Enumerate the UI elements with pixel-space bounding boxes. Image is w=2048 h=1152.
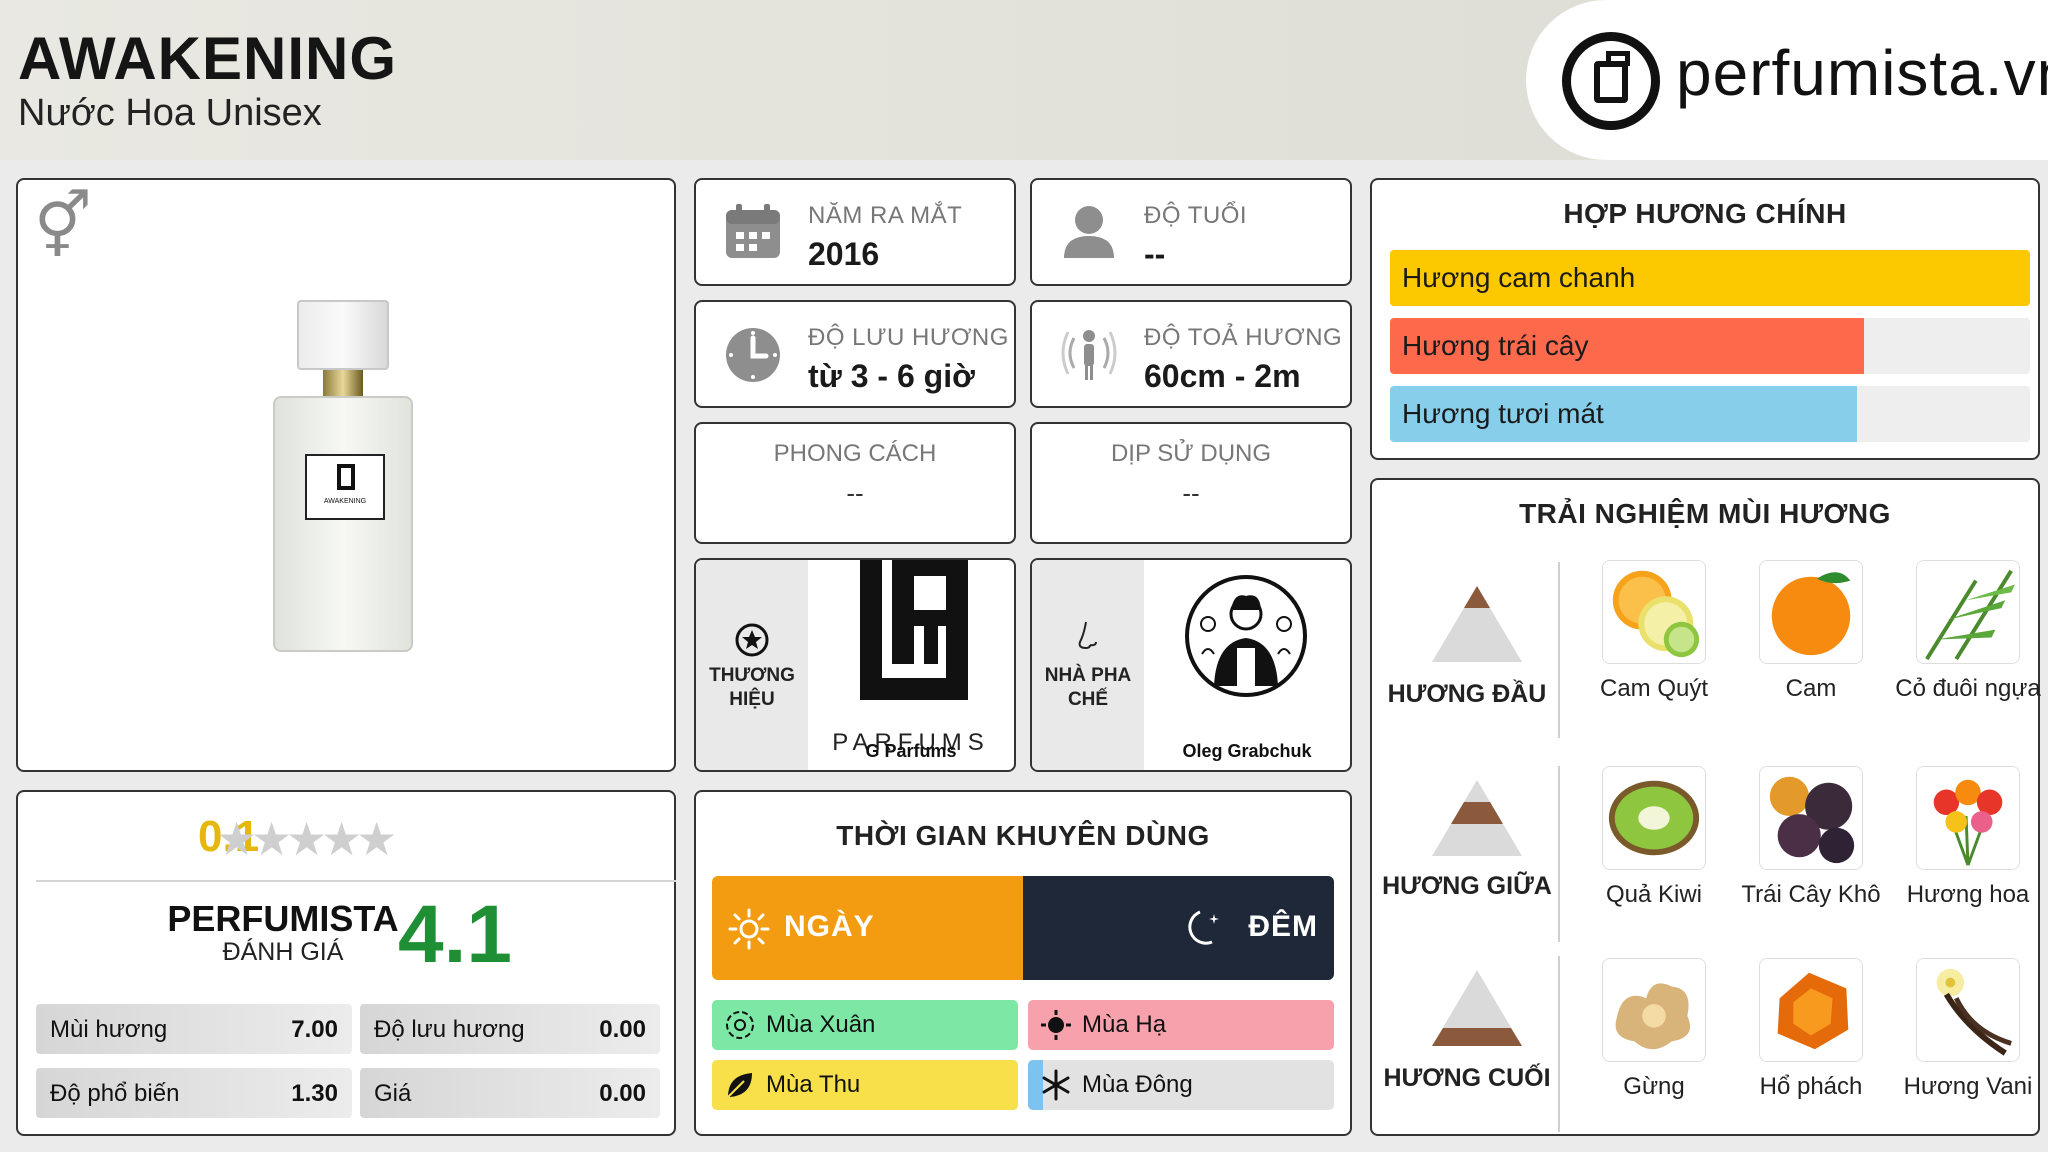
sun-icon: [728, 908, 770, 950]
season-summer: Mùa Hạ: [1028, 1000, 1334, 1050]
main-accords-card: HỢP HƯƠNG CHÍNH Hương cam chanh Hương tr…: [1370, 178, 2040, 460]
perfumer-avatar: [1185, 575, 1307, 697]
occasion-value: --: [1182, 478, 1200, 508]
brand-logo[interactable]: perfumista.vn: [1526, 0, 2048, 160]
season-summer-fill: [1028, 1000, 1334, 1050]
nose-icon: [1078, 621, 1097, 650]
rating-card: 0.1 ★ ★ ★ ★ ★ PERFUMISTA ĐÁNH GIÁ 4.1 Mùi hư…: [16, 790, 676, 1136]
flowers-image: [1916, 766, 2020, 870]
main-accords-title: HỢP HƯƠNG CHÍNH: [1563, 198, 1847, 229]
recommended-time-title: THỜI GIAN KHUYÊN DÙNG: [836, 820, 1210, 851]
accord-citrus: Hương cam chanh: [1390, 250, 2030, 306]
amber-image: [1759, 958, 1863, 1062]
perfumer-name: Oleg Grabchuk: [1182, 741, 1312, 761]
accord-fruity: Hương trái cây: [1390, 318, 2030, 374]
dried-fruits-image: [1759, 766, 1863, 870]
longevity-tile: ĐỘ LƯU HƯƠNG từ 3 - 6 giờ: [694, 300, 1016, 408]
perfumista-score: 4.1: [398, 889, 512, 980]
sun-icon: [1041, 1010, 1071, 1040]
orange-image: [1759, 560, 1863, 664]
night-segment: ĐÊM: [1023, 876, 1334, 980]
metric-price: Giá 0.00: [360, 1068, 660, 1118]
recommended-time-card: THỜI GIAN KHUYÊN DÙNG NGÀY ĐÊM Mùa Xuân …: [694, 790, 1352, 1136]
release-year-tile: NĂM RA MẮT 2016: [694, 178, 1016, 286]
perfume-logo-icon: [1562, 32, 1660, 130]
sillage-icon: [1061, 330, 1117, 380]
brand-logo-image: PARFUMS: [832, 560, 984, 756]
perfumista-sub: ĐÁNH GIÁ: [222, 938, 344, 966]
metric-longevity: Độ lưu hương 0.00: [360, 1004, 660, 1054]
product-image-card: ⚥ AWAKENING: [16, 178, 676, 772]
pyramid-top-icon: [1432, 586, 1522, 662]
age-label: ĐỘ TUỔI: [1144, 202, 1248, 229]
clock-icon: [726, 328, 780, 382]
horsetail-image: [1916, 560, 2020, 664]
style-value: --: [846, 478, 864, 508]
season-autumn-fill: [712, 1060, 1018, 1110]
top-notes-label: HƯƠNG ĐẦU: [1387, 680, 1547, 708]
day-night-bar: NGÀY ĐÊM: [712, 876, 1334, 980]
unisex-icon: ⚥: [34, 190, 92, 262]
accord-fresh: Hương tươi mát: [1390, 386, 2030, 442]
moon-icon: [1188, 910, 1219, 945]
pyramid-base-icon: [1432, 970, 1522, 1046]
brand-name: G Parfums: [865, 741, 957, 761]
ginger-image: [1602, 958, 1706, 1062]
day-label: NGÀY: [784, 910, 875, 943]
star-icon[interactable]: ★: [356, 816, 397, 862]
sillage-tile: ĐỘ TOẢ HƯƠNG 60cm - 2m: [1030, 300, 1352, 408]
season-spring: Mùa Xuân: [712, 1000, 1018, 1050]
leaf-icon: [727, 1073, 752, 1098]
flower-icon: [726, 1011, 754, 1039]
sillage-value: 60cm - 2m: [1144, 358, 1301, 394]
brand-tile[interactable]: THƯƠNG HIỆU PARFUMS G Parfums: [694, 558, 1016, 772]
perfumista-label: PERFUMISTA: [167, 898, 399, 939]
star-badge-icon: [735, 623, 769, 657]
day-segment: NGÀY: [712, 876, 1023, 980]
occasion-label: DỊP SỬ DỤNG: [1110, 440, 1272, 467]
night-label: ĐÊM: [1248, 910, 1318, 943]
sillage-label: ĐỘ TOẢ HƯƠNG: [1144, 324, 1343, 351]
perfumer-tile[interactable]: NHÀ PHA CHẾ Oleg Grabchuk: [1030, 558, 1352, 772]
page-subtitle: Nước Hoa Unisex: [18, 92, 322, 134]
age-value: --: [1144, 236, 1166, 272]
style-label: PHONG CÁCH: [773, 440, 937, 467]
scent-notes-title: TRẢI NGHIỆM MÙI HƯƠNG: [1519, 498, 1891, 529]
heart-notes-label: HƯƠNG GIỮA: [1382, 872, 1552, 900]
occasion-tile: DỊP SỬ DỤNG --: [1030, 422, 1352, 544]
season-winter: Mùa Đông: [1028, 1060, 1334, 1110]
pyramid-middle-icon: [1432, 780, 1522, 856]
page-header: AWAKENING Nước Hoa Unisex perfumista.vn: [0, 0, 2048, 160]
style-tile: PHONG CÁCH --: [694, 422, 1016, 544]
age-tile: ĐỘ TUỔI --: [1030, 178, 1352, 286]
base-notes-label: HƯƠNG CUỐI: [1383, 1064, 1551, 1092]
metric-popularity: Độ phổ biến 1.30: [36, 1068, 352, 1118]
brand-label: THƯƠNG HIỆU: [709, 665, 795, 710]
perfumer-label: NHÀ PHA CHẾ: [1044, 665, 1132, 710]
product-bottle-image: AWAKENING: [273, 300, 443, 660]
person-icon: [1064, 206, 1114, 258]
season-autumn: Mùa Thu: [712, 1060, 1018, 1110]
metric-scent: Mùi hương 7.00: [36, 1004, 352, 1054]
logo-text: perfumista.vn: [1676, 37, 2048, 109]
longevity-label: ĐỘ LƯU HƯƠNG: [808, 324, 1009, 351]
release-year-value: 2016: [808, 236, 880, 272]
release-year-label: NĂM RA MẮT: [808, 202, 963, 229]
calendar-icon: [726, 204, 780, 258]
scent-notes-card: TRẢI NGHIỆM MÙI HƯƠNG HƯƠNG ĐẦU HƯƠNG GI…: [1370, 478, 2041, 1136]
snowflake-icon: [1042, 1069, 1070, 1101]
vanilla-image: [1916, 958, 2020, 1062]
kiwi-image: [1602, 766, 1706, 870]
mandarin-image: [1602, 560, 1706, 664]
page-title: AWAKENING: [18, 25, 398, 92]
longevity-value: từ 3 - 6 giờ: [808, 358, 975, 394]
